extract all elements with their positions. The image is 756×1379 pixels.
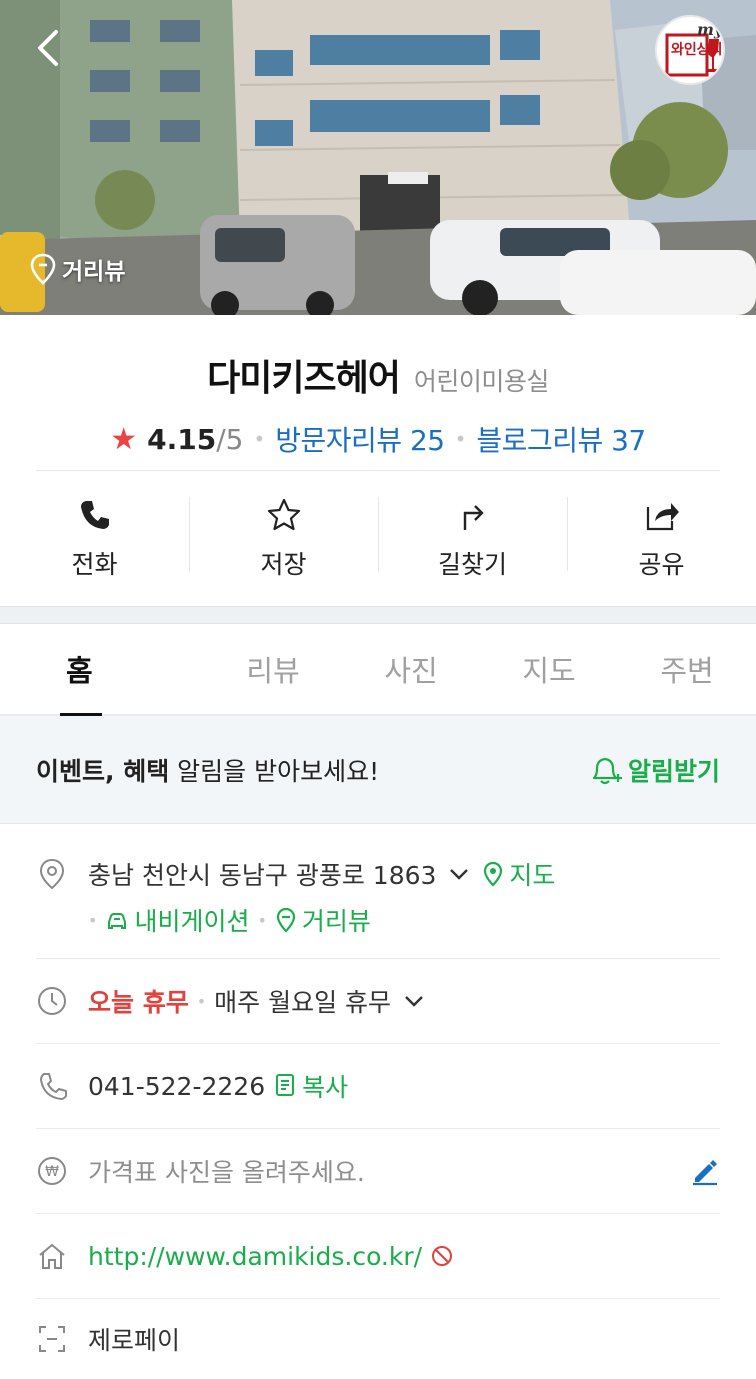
rating-max: /5 [216,422,244,456]
phone-icon [80,500,109,529]
store-logo: 와인상회 my [655,15,725,85]
car-icon [108,913,127,929]
star-icon: ★ [110,421,138,457]
subscribe-alert-button[interactable]: 알림받기 [588,752,720,788]
street-view-button[interactable]: 거리뷰 [30,252,125,286]
call-label: 전화 [71,549,118,579]
call-button[interactable]: 전화 [0,497,189,581]
copy-phone-button[interactable]: 복사 [275,1068,348,1104]
zeropay-row: 제로페이 [36,1299,720,1379]
save-button[interactable]: 저장 [189,496,378,581]
star-outline-icon [267,498,300,530]
website-row: http://www.damikids.co.kr/ [36,1214,720,1299]
hours-row[interactable]: 오늘 휴무 • 매주 월요일 휴무 [36,959,720,1044]
notification-banner: 이벤트, 혜택 알림을 받아보세요! 알림받기 [0,716,756,824]
zeropay-label: 제로페이 [88,1326,181,1355]
directions-label: 길찾기 [437,549,507,579]
map-link[interactable]: 지도 [482,856,555,892]
rating-value: 4.15 [147,422,217,456]
chevron-down-icon[interactable] [401,988,427,1014]
website-link[interactable]: http://www.damikids.co.kr/ [88,1242,422,1271]
save-label: 저장 [260,549,307,579]
rating-row: ★ 4.15/5 • 방문자리뷰 25 • 블로그리뷰 37 [0,419,756,459]
copy-icon [276,1074,295,1096]
scan-icon [39,1326,65,1352]
visitor-reviews-link[interactable]: 방문자리뷰 25 [275,419,445,459]
home-icon [39,1243,65,1269]
hero-photo[interactable]: 와인상회 my 거리뷰 [0,0,756,315]
won-icon: ₩ [38,1157,66,1185]
map-pin-icon [484,861,503,887]
tab-map[interactable]: 지도 [480,624,618,714]
copy-label: 복사 [302,1073,349,1102]
street-view-link[interactable]: 거리뷰 [275,902,371,938]
price-row[interactable]: ₩ 가격표 사진을 올려주세요. [36,1129,720,1214]
place-name: 다미키즈헤어 [207,358,401,399]
separator-dot: • [88,910,98,930]
place-category: 어린이미용실 [413,367,550,396]
share-icon [646,502,679,530]
street-view-label: 거리뷰 [62,259,126,285]
edit-pencil-icon[interactable] [690,1156,720,1186]
back-button[interactable] [28,26,72,70]
directions-icon [463,504,484,530]
notice-body-text: 알림을 받아보세요! [169,756,380,786]
navigation-link-label: 내비게이션 [134,907,250,936]
blocked-icon [432,1246,453,1266]
tab-home[interactable]: 홈 [0,624,204,716]
phone-number[interactable]: 041-522-2226 [88,1072,265,1101]
notice-bold-text: 이벤트, 혜택 [36,756,170,786]
street-view-link-label: 거리뷰 [301,907,371,936]
phone-outline-icon [40,1073,67,1100]
price-prompt: 가격표 사진을 올려주세요. [88,1158,365,1187]
business-hours: 매주 월요일 휴무 [214,988,392,1017]
address-text: 충남 천안시 동남구 광풍로 1863 [88,861,437,890]
share-button[interactable]: 공유 [567,496,756,581]
tab-bar: 홈 리뷰 사진 지도 주변 [0,624,756,716]
clock-icon [38,987,66,1015]
street-pin-icon [276,907,295,933]
action-bar: 전화 저장 길찾기 공유 [0,471,756,606]
separator-dot: • [253,427,266,451]
map-link-label: 지도 [509,861,556,890]
tab-reviews[interactable]: 리뷰 [204,624,342,714]
navigation-link[interactable]: 내비게이션 [105,902,249,938]
today-status: 오늘 휴무 [88,988,189,1017]
blog-reviews-link[interactable]: 블로그리뷰 37 [476,419,646,459]
map-pin-icon [30,253,56,285]
separator-dot: • [257,910,267,930]
chevron-down-icon[interactable] [446,861,472,887]
tab-photos[interactable]: 사진 [342,624,480,714]
location-pin-icon [39,858,65,890]
tab-nearby[interactable]: 주변 [618,624,756,714]
chevron-left-icon [38,30,58,66]
bell-plus-icon [592,757,622,784]
info-list: 충남 천안시 동남구 광풍로 1863 지도 • 내비게이션 • 거리뷰 오늘 … [0,824,756,1379]
phone-row: 041-522-2226 복사 [36,1044,720,1129]
subscribe-alert-label: 알림받기 [627,756,720,786]
notice-text: 이벤트, 혜택 알림을 받아보세요! [36,752,379,788]
separator-dot: • [196,991,207,1011]
svg-text:₩: ₩ [45,1164,59,1180]
place-header: 다미키즈헤어 어린이미용실 ★ 4.15/5 • 방문자리뷰 25 • 블로그리… [0,315,756,470]
separator-dot: • [454,427,467,451]
directions-button[interactable]: 길찾기 [378,496,567,581]
share-label: 공유 [638,549,685,579]
section-gap [0,606,756,624]
address-row: 충남 천안시 동남구 광풍로 1863 지도 • 내비게이션 • 거리뷰 [36,824,720,959]
